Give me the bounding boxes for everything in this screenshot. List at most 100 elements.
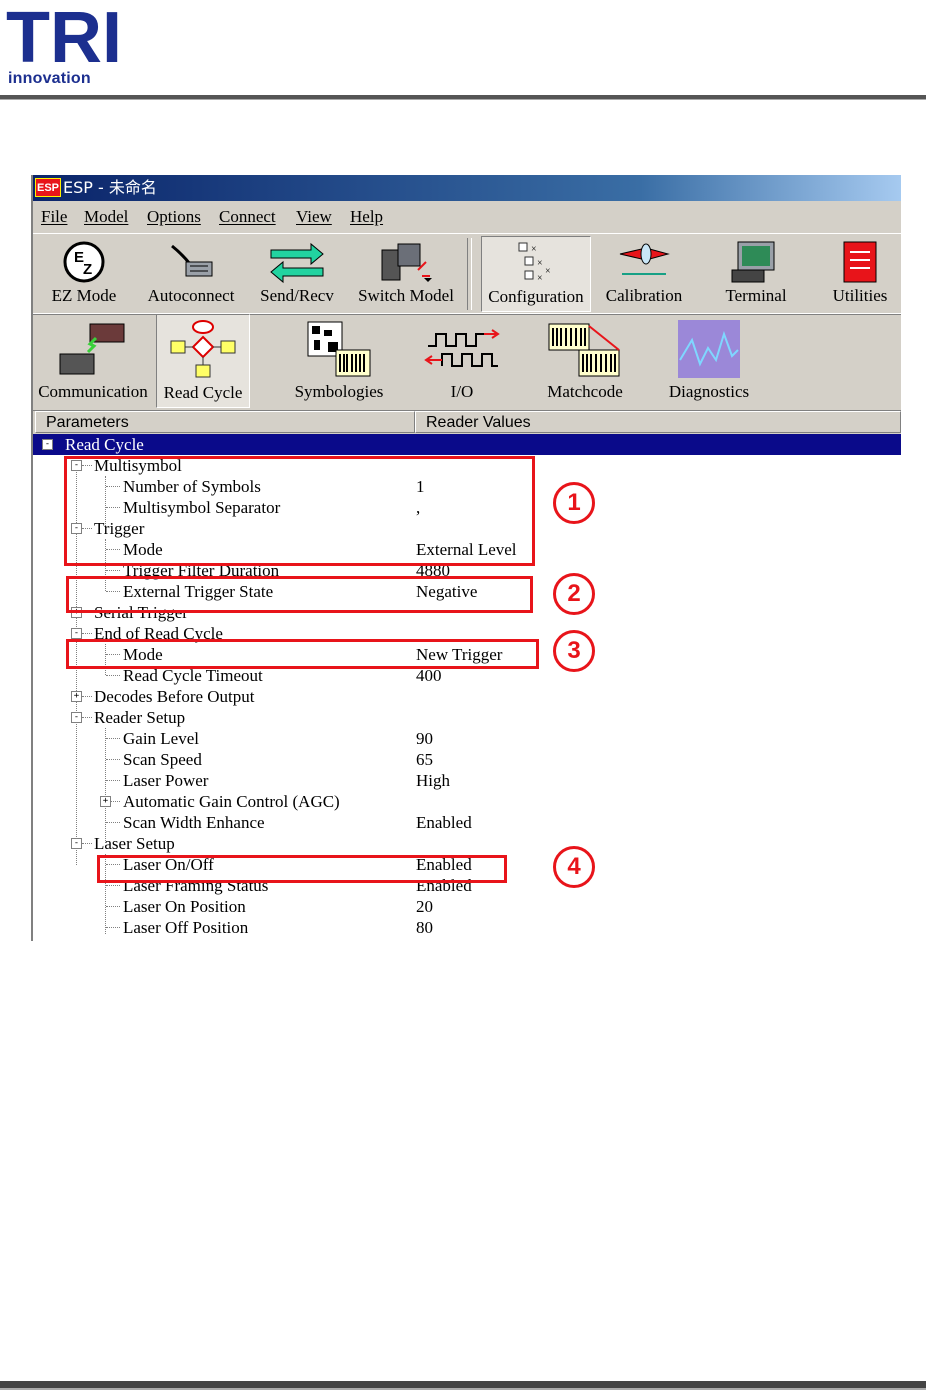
calibration-button[interactable]: Calibration (599, 236, 689, 312)
cable-icon (171, 244, 213, 277)
tree-config-icon: × × × × (518, 242, 551, 284)
tree-row-name: Read Cycle (65, 435, 144, 454)
tree-row[interactable]: Laser On Position 20 (33, 896, 901, 917)
tree-row-value[interactable]: 80 (416, 917, 433, 938)
menu-bar: File Model Options Connect View Help (33, 203, 901, 231)
menu-help[interactable]: Help (350, 203, 383, 231)
utilities-label: Utilities (832, 286, 888, 305)
utilities-icon (843, 241, 877, 283)
symbologies-button[interactable]: Symbologies (281, 316, 397, 408)
footer-rule-light (0, 1388, 926, 1390)
title-bar[interactable]: ESP ESP - 未命名 (33, 175, 901, 201)
matchcode-icon (548, 323, 620, 377)
column-header-parameters[interactable]: Parameters (35, 411, 415, 433)
svg-text:×: × (537, 273, 543, 284)
matchcode-label: Matchcode (547, 382, 623, 401)
tree-row-name: Laser Setup (94, 834, 175, 853)
ez-mode-button[interactable]: E Z EZ Mode (39, 236, 129, 312)
logo-subtitle: innovation (8, 70, 91, 87)
highlight-box-multisymbol-trigger (64, 456, 535, 566)
laser-icon (619, 243, 670, 275)
tri-logo-icon: TRI (6, 4, 118, 66)
ez-mode-icon: E Z (63, 241, 105, 283)
svg-text:×: × (545, 266, 551, 277)
tree-row[interactable]: Gain Level 90 (33, 728, 901, 749)
tree-row-name: Scan Width Enhance (123, 813, 265, 832)
menu-options[interactable]: Options (147, 203, 201, 231)
tree-row[interactable]: Scan Width Enhance Enabled (33, 812, 901, 833)
tree-row[interactable]: + Automatic Gain Control (AGC) (33, 791, 901, 812)
arrows-icon (270, 242, 324, 284)
menu-model[interactable]: Model (84, 203, 128, 231)
read-cycle-label: Read Cycle (163, 383, 243, 402)
tree-row[interactable]: + Decodes Before Output (33, 686, 901, 707)
send-recv-button[interactable]: Send/Recv (253, 236, 341, 312)
collapse-icon[interactable]: - (71, 628, 82, 639)
tree-row[interactable]: - Laser Setup (33, 833, 901, 854)
tree-row-name: Laser Power (123, 771, 209, 790)
symbologies-label: Symbologies (294, 382, 384, 401)
switch-model-label: Switch Model (358, 286, 454, 305)
tree-row-value[interactable]: High (416, 770, 450, 791)
annotation-number-1: 1 (553, 482, 595, 524)
terminal-button[interactable]: Terminal (711, 236, 801, 312)
tree-row-name: Automatic Gain Control (AGC) (123, 792, 340, 811)
io-button[interactable]: I/O (407, 316, 517, 408)
diagnostics-button[interactable]: Diagnostics (659, 316, 759, 408)
annotation-number-3: 3 (553, 630, 595, 672)
io-label: I/O (450, 382, 474, 401)
tree-row[interactable]: Scan Speed 65 (33, 749, 901, 770)
utilities-button[interactable]: Utilities (823, 236, 897, 312)
toolbar-separator (467, 238, 472, 310)
tree-row-name: Scan Speed (123, 750, 202, 769)
tree-row-name: Decodes Before Output (94, 687, 255, 706)
autoconnect-button[interactable]: Autoconnect (139, 236, 243, 312)
tree-row-name: Laser On Position (123, 897, 246, 916)
tree-row-name: Reader Setup (94, 708, 186, 727)
column-header-reader-values[interactable]: Reader Values (415, 411, 901, 433)
collapse-icon[interactable]: - (71, 712, 82, 723)
terminal-label: Terminal (725, 286, 787, 305)
config-toolbar: Communication Read Cycle Symbologies I/O… (33, 313, 901, 411)
calibration-label: Calibration (605, 286, 683, 305)
window-title: ESP - 未命名 (63, 178, 157, 197)
tree-row-value[interactable]: Enabled (416, 812, 472, 833)
menu-connect[interactable]: Connect (219, 203, 276, 231)
tree-row-value[interactable]: 65 (416, 749, 433, 770)
grid-header: Parameters Reader Values (33, 411, 901, 433)
annotation-number-4: 4 (553, 846, 595, 888)
tree-row[interactable]: Laser Off Position 80 (33, 917, 901, 938)
esp-app-icon: ESP (35, 178, 61, 197)
tree-row[interactable]: - Read Cycle (33, 434, 901, 455)
svg-text:Z: Z (83, 261, 92, 278)
svg-text:×: × (537, 258, 543, 269)
tree-row-name: Gain Level (123, 729, 199, 748)
tree-row[interactable]: - Reader Setup (33, 707, 901, 728)
menu-view[interactable]: View (296, 203, 332, 231)
highlight-box-trigger-state (66, 576, 533, 613)
highlight-box-laser-onoff (97, 855, 507, 883)
communication-button[interactable]: Communication (35, 316, 151, 408)
tree-row[interactable]: Laser Power High (33, 770, 901, 791)
read-cycle-button[interactable]: Read Cycle (156, 314, 250, 408)
expand-icon[interactable]: + (100, 796, 111, 807)
send-recv-label: Send/Recv (260, 286, 334, 305)
switch-model-button[interactable]: Switch Model (351, 236, 461, 312)
tree-row-value[interactable]: 90 (416, 728, 433, 749)
tri-logo: TRI innovation (6, 4, 118, 88)
matchcode-button[interactable]: Matchcode (533, 316, 637, 408)
highlight-box-end-mode (66, 639, 539, 669)
configuration-button[interactable]: × × × × Configuration (481, 236, 591, 312)
header-rule-light (0, 99, 926, 100)
barcode-icon (307, 321, 371, 377)
tree-row-name: Laser Off Position (123, 918, 249, 937)
collapse-icon[interactable]: - (42, 439, 53, 450)
diagnostics-icon (678, 320, 740, 378)
collapse-icon[interactable]: - (71, 838, 82, 849)
main-toolbar: E Z EZ Mode Autoconnect Send/Recv Switch… (33, 233, 901, 315)
expand-icon[interactable]: + (71, 691, 82, 702)
menu-file[interactable]: File (41, 203, 67, 231)
ez-mode-label: EZ Mode (51, 286, 117, 305)
tree-row-value[interactable]: 20 (416, 896, 433, 917)
diagnostics-label: Diagnostics (668, 382, 750, 401)
